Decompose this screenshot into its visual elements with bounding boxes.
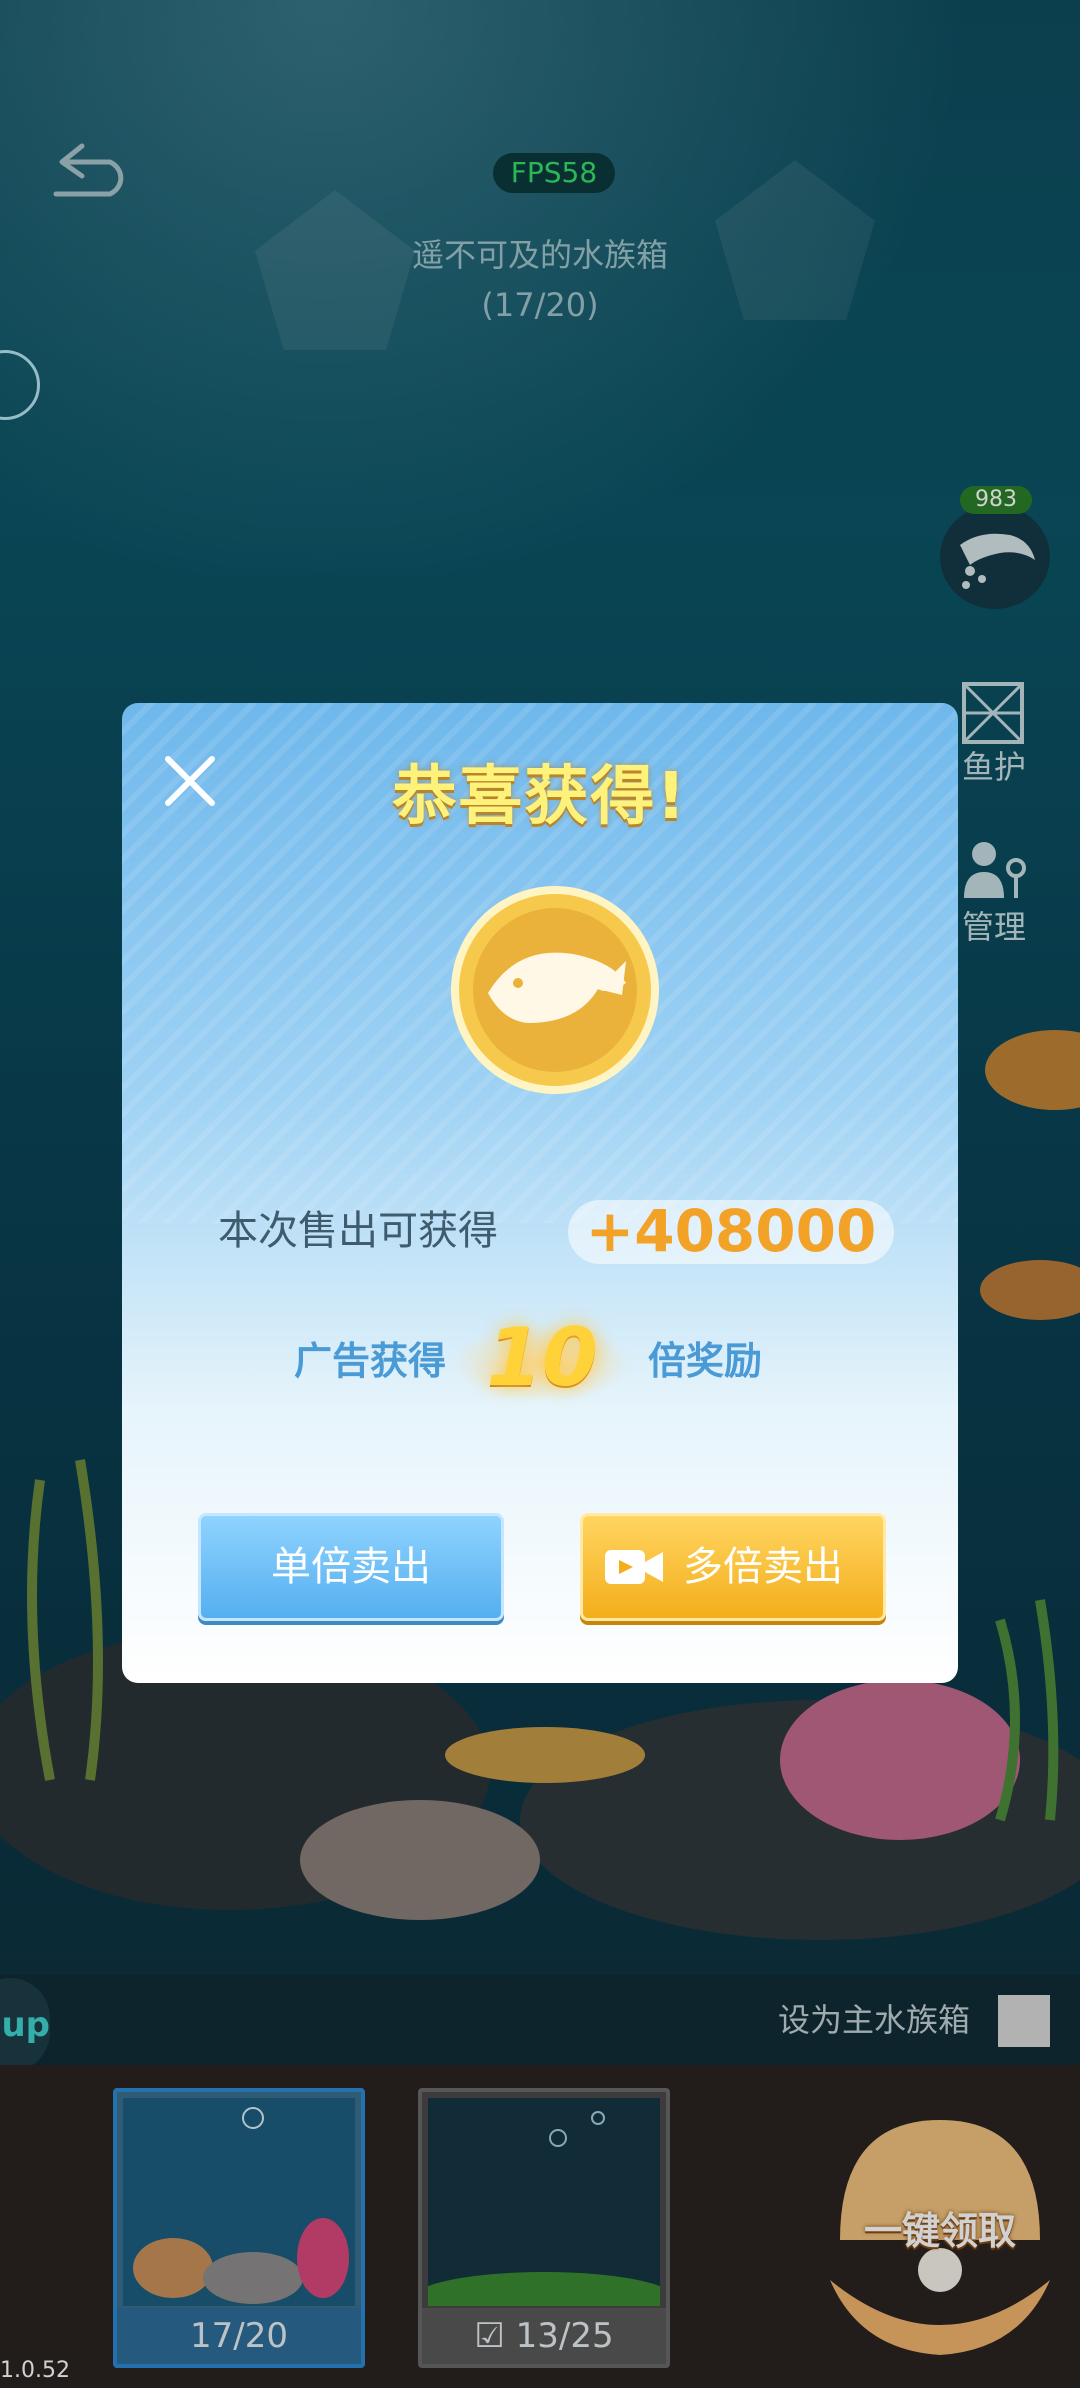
ad-reward-suffix: 倍奖励: [648, 1339, 763, 1383]
multi-sell-label: 多倍卖出: [683, 1544, 843, 1590]
single-sell-label: 单倍卖出: [271, 1544, 431, 1590]
single-sell-button[interactable]: 单倍卖出: [198, 1513, 504, 1621]
ad-reward-prefix: 广告获得: [294, 1339, 447, 1383]
video-icon: [605, 1550, 663, 1584]
fish-coin-icon: [451, 886, 659, 1094]
ad-multiplier: 10: [486, 1311, 598, 1404]
dialog-title: 恭喜获得!: [392, 760, 688, 834]
sale-label: 本次售出可获得: [218, 1208, 498, 1254]
sale-value: +408000: [585, 1197, 877, 1265]
multi-sell-button[interactable]: 多倍卖出: [580, 1513, 886, 1621]
reward-dialog: 恭喜获得! 本次售出可获得 +408000 广告获得 10 倍奖励 单倍卖出 多…: [122, 703, 958, 1683]
